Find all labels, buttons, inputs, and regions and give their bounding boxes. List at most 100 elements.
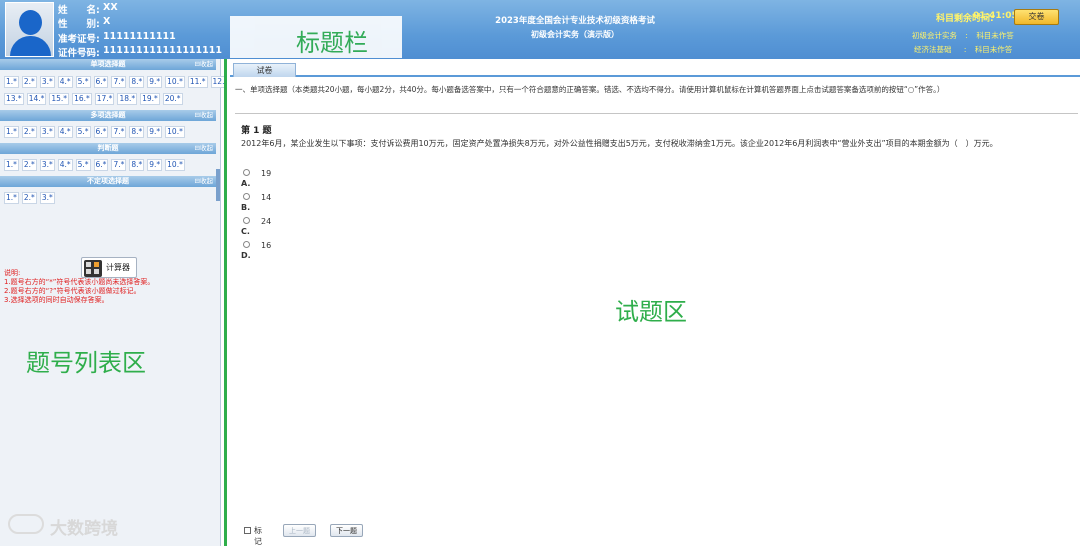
question-link[interactable]: 15.* — [49, 93, 70, 105]
question-link[interactable]: 2.* — [21, 126, 37, 138]
id-value: 111111111111111111 — [103, 45, 222, 56]
collapse-label: 收起 — [200, 60, 213, 68]
question-link[interactable]: 10.* — [165, 159, 185, 171]
question-link[interactable]: 19.* — [140, 93, 160, 105]
question-row: 13.* 14.* 15.* 16.* 17.* 18.* 19.* 20.* — [4, 93, 186, 105]
option-value: 16 — [261, 241, 272, 250]
mark-checkbox[interactable] — [244, 527, 251, 534]
question-link[interactable]: 7.* — [111, 159, 127, 171]
question-row: 1.* 2.* 3.* 4.* 5.* 6.* 7.* 8.* 9.* 10.* — [4, 126, 188, 138]
radio-button[interactable] — [243, 193, 250, 200]
name-label: 姓 名: — [58, 5, 100, 16]
question-link[interactable]: 16.* — [72, 93, 92, 105]
question-link[interactable]: 3.* — [39, 126, 55, 138]
subject-status: 科目未作答 — [976, 31, 1014, 40]
question-link[interactable]: 1.* — [4, 76, 19, 88]
question-link[interactable]: 4.* — [57, 126, 73, 138]
question-link[interactable]: 4.* — [57, 76, 73, 88]
option-letter: A. — [241, 179, 251, 188]
question-link[interactable]: 10.* — [165, 126, 185, 138]
question-number: 第 1 题 — [241, 126, 272, 136]
question-area: 试卷 一、单项选择题（本类题共20小题，每小题2分，共40分。每小题备选答案中，… — [227, 59, 1080, 546]
avatar — [5, 2, 54, 57]
prev-question-button[interactable]: 上一题 — [283, 524, 316, 537]
submit-button[interactable]: 交卷 — [1014, 9, 1059, 25]
question-link[interactable]: 2.* — [21, 159, 37, 171]
question-link[interactable]: 5.* — [75, 76, 91, 88]
question-link[interactable]: 13.* — [4, 93, 24, 105]
watermark-text: 大数跨境 — [50, 519, 118, 539]
question-link[interactable]: 14.* — [26, 93, 47, 105]
question-link[interactable]: 3.* — [39, 76, 55, 88]
section-header-multiple-choice[interactable]: 多项选择题 ⊟收起 — [0, 110, 216, 121]
next-question-button[interactable]: 下一题 — [330, 524, 363, 537]
radio-button[interactable] — [243, 241, 250, 248]
question-link[interactable]: 6.* — [93, 159, 109, 171]
question-list-annotation: 题号列表区 — [26, 349, 146, 377]
collapse-toggle[interactable]: ⊟收起 — [195, 110, 213, 121]
question-link[interactable]: 20.* — [162, 93, 183, 105]
question-link[interactable]: 6.* — [93, 126, 109, 138]
question-link[interactable]: 2.* — [21, 76, 37, 88]
calculator-icon — [84, 260, 102, 277]
collapse-toggle[interactable]: ⊟收起 — [195, 176, 213, 187]
radio-button[interactable] — [243, 169, 250, 176]
question-link[interactable]: 18.* — [117, 93, 138, 105]
question-link[interactable]: 1.* — [4, 159, 19, 171]
question-link[interactable]: 3.* — [39, 192, 55, 204]
subject-status-2: 经济法基础 : 科目未作答 — [914, 44, 1012, 55]
admission-label: 准考证号: — [58, 34, 100, 45]
subject-colon: : — [963, 45, 967, 54]
question-link[interactable]: 1.* — [4, 126, 19, 138]
question-link[interactable]: 9.* — [147, 159, 163, 171]
name-row: 姓 名: XX — [58, 2, 118, 16]
gender-row: 性 别: X — [58, 16, 110, 30]
subject-colon: : — [965, 31, 968, 40]
question-link[interactable]: 5.* — [75, 159, 91, 171]
exam-subtitle: 初级会计实务（演示版） — [531, 30, 619, 39]
tab-paper[interactable]: 试卷 — [233, 63, 296, 77]
section-header-indefinite-choice[interactable]: 不定项选择题 ⊟收起 — [0, 176, 216, 187]
tab-bar: 试卷 — [230, 63, 1080, 77]
collapse-toggle[interactable]: ⊟收起 — [195, 59, 213, 70]
exam-title: 2023年度全国会计专业技术初级资格考试 — [495, 16, 655, 26]
question-link[interactable]: 8.* — [129, 76, 145, 88]
note-line: 2.题号右方的“?”符号代表该小题做过标记。 — [4, 287, 141, 295]
option-letter: B. — [241, 203, 251, 212]
question-link[interactable]: 4.* — [57, 159, 73, 171]
question-link[interactable]: 9.* — [147, 126, 163, 138]
note-line: 1.题号右方的“*”符号代表该小题尚未选择答案。 — [4, 278, 155, 286]
collapse-toggle[interactable]: ⊟收起 — [195, 143, 213, 154]
note-line: 3.选择选项的同时自动保存答案。 — [4, 296, 109, 304]
question-link[interactable]: 8.* — [129, 126, 145, 138]
question-row: 1.* 2.* 3.* — [4, 192, 58, 204]
gender-value: X — [103, 16, 111, 27]
radio-button[interactable] — [243, 217, 250, 224]
option-letter: C. — [241, 227, 250, 236]
calculator-button[interactable]: 计算器 — [81, 257, 137, 278]
gender-label: 性 别: — [58, 19, 100, 30]
time-remaining-value: 01:41:05 — [973, 11, 1018, 21]
admission-value: 11111111111 — [103, 31, 176, 42]
section-header-single-choice[interactable]: 单项选择题 ⊟收起 — [0, 59, 216, 70]
question-link[interactable]: 7.* — [111, 126, 127, 138]
section-title: 单项选择题 — [90, 60, 126, 68]
id-label: 证件号码: — [58, 48, 100, 59]
section-header-true-false[interactable]: 判断题 ⊟收起 — [0, 143, 216, 154]
question-link[interactable]: 7.* — [111, 76, 127, 88]
scrollbar[interactable] — [216, 169, 220, 201]
admission-row: 准考证号: 11111111111 — [58, 31, 176, 45]
question-link[interactable]: 5.* — [75, 126, 91, 138]
title-bar-annotation: 标题栏 — [230, 16, 402, 58]
question-link[interactable]: 2.* — [21, 192, 37, 204]
question-link[interactable]: 8.* — [129, 159, 145, 171]
question-link[interactable]: 17.* — [94, 93, 115, 105]
question-link[interactable]: 11.* — [187, 76, 208, 88]
question-link[interactable]: 6.* — [93, 76, 109, 88]
divider-line — [235, 113, 1078, 114]
id-row: 证件号码: 111111111111111111 — [58, 45, 222, 59]
question-link[interactable]: 1.* — [4, 192, 19, 204]
question-link[interactable]: 9.* — [147, 76, 163, 88]
question-link[interactable]: 3.* — [39, 159, 55, 171]
question-link[interactable]: 10.* — [165, 76, 185, 88]
